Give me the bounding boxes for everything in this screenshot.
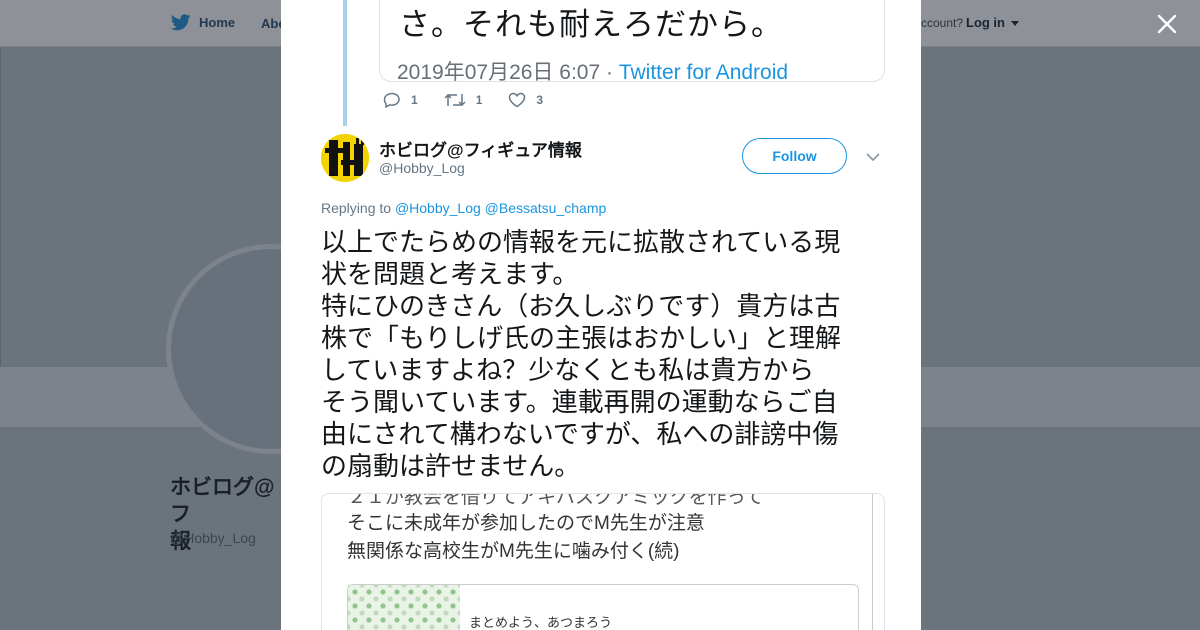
tweet-text: 以上でたらめの情報を元に拡散されている現 状を問題と考えます。 特にひのきさん（… (321, 227, 842, 481)
caret-down-icon (1010, 20, 1019, 26)
thread-connector-line (343, 0, 347, 126)
profile-name-line-1: ホビログ@フ (170, 476, 275, 526)
nav-home-label: Home (199, 15, 236, 30)
login-label: Log in (966, 15, 1005, 30)
replying-to: Replying to @Hobby_Log @Bessatsu_champ (321, 200, 606, 216)
reply-action[interactable]: 1 (383, 92, 418, 108)
hobilog-logo-icon (321, 134, 369, 182)
reply-icon (383, 92, 400, 108)
quoted-meta: 2019年07月26日 6:07 · Twitter for Android (397, 56, 788, 86)
screenshot-image: ２１が教会を借りてアキバスクアミックを作って そこに未成年が参加したのでM先生が… (322, 494, 873, 630)
replying-mention-1[interactable]: @Hobby_Log (395, 200, 481, 216)
heart-icon (509, 92, 526, 108)
nav-home-link[interactable]: Home (171, 14, 235, 31)
retweet-action[interactable]: 1 (444, 92, 483, 108)
meta-separator: · (605, 61, 613, 84)
like-count: 3 (536, 93, 544, 107)
quoted-source: Twitter for Android (618, 61, 789, 84)
quoted-media-card[interactable]: さ。それも耐えろだから。 2019年07月26日 6:07 · Twitter … (379, 0, 885, 84)
tweet-actions: 1 1 3 (383, 92, 569, 108)
reply-count: 1 (411, 93, 418, 107)
author-name[interactable]: ホビログ@フィギュア情報 (379, 136, 582, 161)
author-handle[interactable]: @Hobby_Log (379, 160, 465, 176)
replying-prefix: Replying to (321, 200, 392, 216)
like-action[interactable]: 3 (508, 92, 543, 108)
retweet-icon (444, 93, 466, 107)
image-text-line-1: ２１が教会を借りてアキバスクアミックを作って (347, 493, 764, 508)
tweet-permalink-modal: さ。それも耐えろだから。 2019年07月26日 6:07 · Twitter … (281, 0, 921, 630)
profile-handle: @Hobby_Log (170, 530, 256, 546)
image-text-line-2: そこに未成年が参加したのでM先生が注意 (347, 513, 705, 534)
login-link[interactable]: Log in (966, 15, 1019, 30)
embedded-link-card: まとめよう、あつまろう (347, 584, 859, 630)
twitter-bird-icon (171, 14, 191, 31)
close-icon[interactable] (1155, 12, 1179, 36)
card-thumbnail (348, 585, 460, 630)
quoted-timestamp: 2019年07月26日 6:07 (397, 61, 601, 84)
follow-button[interactable]: Follow (742, 138, 847, 174)
tweet-media-image[interactable]: ２１が教会を借りてアキバスクアミックを作って そこに未成年が参加したのでM先生が… (321, 493, 885, 630)
replying-mention-2[interactable]: @Bessatsu_champ (485, 200, 607, 216)
chevron-down-icon[interactable] (865, 150, 881, 164)
author-avatar[interactable] (321, 134, 369, 182)
card-text: まとめよう、あつまろう (469, 615, 613, 630)
quoted-text: さ。それも耐えろだから。 (399, 7, 783, 42)
image-text-line-3: 無関係な高校生がM先生に噛み付く(続) (347, 541, 680, 562)
retweet-count: 1 (475, 93, 483, 107)
have-account-text: ccount? (921, 16, 964, 30)
